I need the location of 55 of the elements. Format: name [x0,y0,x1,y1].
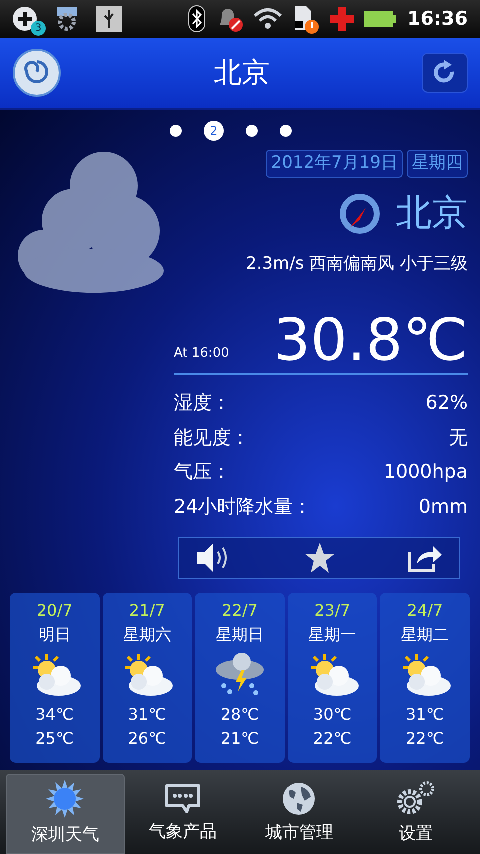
page-title: 北京 [213,55,271,91]
battery-icon [364,10,396,28]
detail-value: 1000hpa [384,460,468,485]
date-label: 2012年7月19日 [266,150,403,178]
logo-icon [12,48,62,98]
forecast-low: 26℃ [128,728,167,750]
observation-time: At 16:00 [174,344,230,362]
message-icon [162,782,203,816]
detail-label: 湿度： [174,391,231,416]
forecast-date: 24/7 [407,600,444,622]
forecast-high: 30℃ [313,704,352,726]
forecast-day: 星期二 [401,623,450,647]
forecast-date: 22/7 [222,600,258,622]
forecast-day: 星期一 [308,623,357,647]
forecast-high: 28℃ [220,704,260,726]
detail-value: 0mm [418,494,468,520]
globe-icon [281,781,318,818]
forecast-high: 31℃ [128,704,167,726]
tab-item[interactable]: 深圳天气 [6,774,124,854]
forecast-low: 21℃ [220,728,260,750]
tab-item[interactable]: 城市管理 [241,774,358,854]
clock-time: 16:36 [408,6,468,32]
forecast-day: 星期六 [123,623,172,647]
forecast-day: 星期日 [216,623,264,647]
forecast-high: 34℃ [36,704,74,726]
city-name: 北京 [396,192,468,236]
detail-label: 气压： [174,460,231,485]
tab-item[interactable]: 设置 [358,774,474,854]
forecast-low: 22℃ [406,728,444,750]
detail-label: 24小时降水量： [174,494,312,520]
bluetooth-icon [188,5,206,33]
refresh-button[interactable] [422,53,468,93]
forecast-date: 21/7 [129,600,166,622]
wind-info: 2.3m/s 西南偏南风 小于三级 [246,252,468,276]
plus-icon [12,6,38,32]
usb-icon [96,6,122,32]
detail-label: 能见度： [174,426,250,450]
forecast-high: 31℃ [406,704,444,726]
notification-badge: 3 [31,21,46,36]
weekday-label: 星期四 [407,150,468,178]
medical-cross-icon [328,5,356,33]
star-icon [304,542,336,574]
detail-value: 无 [449,426,468,450]
forecast-low: 25℃ [36,728,74,750]
sun-icon [45,779,86,820]
current-temperature: 30.8℃ [274,311,468,369]
forecast-low: 22℃ [313,728,352,750]
gear-icon [54,6,80,32]
wifi-icon [252,6,284,32]
favorite-button[interactable] [304,542,336,574]
forecast-date: 20/7 [36,600,73,622]
forecast-date: 23/7 [314,600,351,622]
detail-value: 62% [426,391,468,416]
forecast-day: 明日 [38,623,71,647]
tab-item[interactable]: 气象产品 [124,774,241,854]
